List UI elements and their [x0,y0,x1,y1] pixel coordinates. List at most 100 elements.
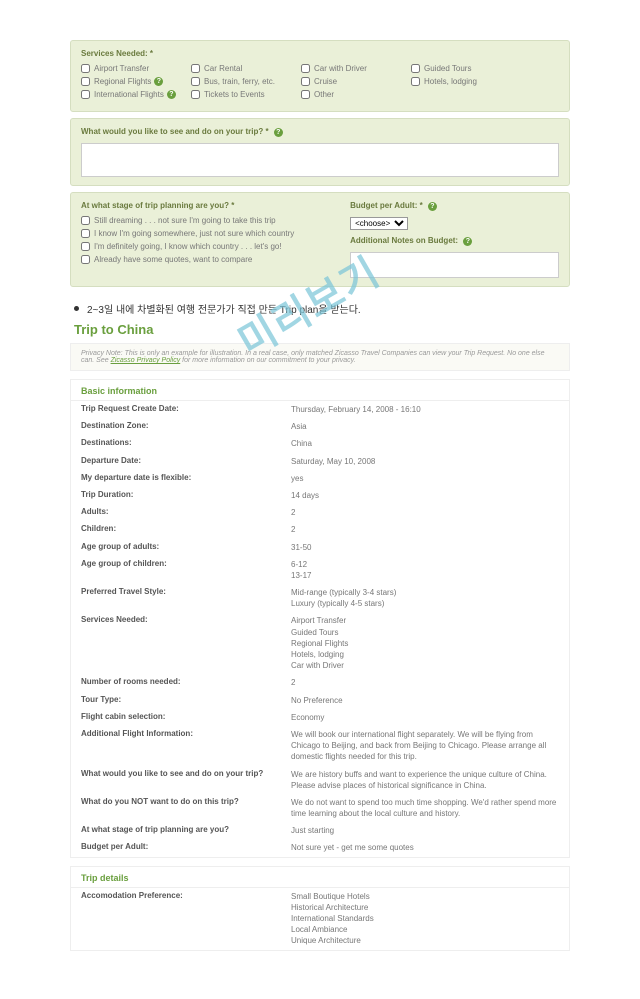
stage-budget-panel: At what stage of trip planning are you? … [70,192,570,287]
budget-select[interactable]: <choose> [350,217,408,230]
kv-value: We will book our international flight se… [291,729,559,763]
kv-value: Economy [291,712,559,723]
kv-key: What would you like to see and do on you… [81,769,291,791]
service-regional-flights[interactable]: Regional Flights? [81,77,191,86]
stage-option-definitely[interactable]: I'm definitely going, I know which count… [81,242,342,251]
kv-value: Thursday, February 14, 2008 - 16:10 [291,404,559,415]
kv-value: Asia [291,421,559,432]
service-car-with-driver[interactable]: Car with Driver [301,64,411,73]
checkbox[interactable] [301,64,310,73]
kv-value: Just starting [291,825,559,836]
info-icon[interactable]: ? [167,90,176,99]
stage-option-dreaming[interactable]: Still dreaming . . . not sure I'm going … [81,216,342,225]
kv-key: Departure Date: [81,456,291,467]
stage-option-quotes[interactable]: Already have some quotes, want to compar… [81,255,342,264]
kv-value: Airport TransferGuided ToursRegional Fli… [291,615,559,671]
kv-row: Age group of children:6-1213-17 [71,556,569,584]
checkbox[interactable] [191,90,200,99]
kv-row: At what stage of trip planning are you?J… [71,822,569,839]
kv-row: Additional Flight Information:We will bo… [71,726,569,766]
kv-value: 14 days [291,490,559,501]
kv-row: Tour Type:No Preference [71,692,569,709]
kv-row: Preferred Travel Style:Mid-range (typica… [71,584,569,612]
kv-key: Preferred Travel Style: [81,587,291,609]
checkbox[interactable] [191,77,200,86]
checkbox[interactable] [81,229,90,238]
kv-row: Destinations:China [71,435,569,452]
kv-row: Trip Request Create Date:Thursday, Febru… [71,401,569,418]
trip-details-head: Trip details [71,867,569,888]
budget-notes-label: Additional Notes on Budget: ? [350,236,559,246]
checkbox[interactable] [191,64,200,73]
services-panel: Services Needed: * Airport Transfer Car … [70,40,570,112]
kv-key: Trip Request Create Date: [81,404,291,415]
kv-row: Number of rooms needed:2 [71,674,569,691]
checkbox[interactable] [81,216,90,225]
service-airport-transfer[interactable]: Airport Transfer [81,64,191,73]
basic-info-section: Basic information Trip Request Create Da… [70,379,570,858]
info-icon[interactable]: ? [463,237,472,246]
kv-value: China [291,438,559,449]
budget-notes-textarea[interactable] [353,255,556,273]
bullet-text: 2~3일 내에 차별화된 여행 전문가가 직접 만든 Trip plan을 받는… [70,301,570,316]
see-do-label: What would you like to see and do on you… [81,127,559,137]
kv-key: Adults: [81,507,291,518]
info-icon[interactable]: ? [428,202,437,211]
checkbox[interactable] [81,242,90,251]
checkbox[interactable] [301,90,310,99]
kv-value: 31-50 [291,542,559,553]
kv-key: Tour Type: [81,695,291,706]
service-hotels[interactable]: Hotels, lodging [411,77,521,86]
kv-key: Budget per Adult: [81,842,291,853]
see-do-textarea[interactable] [84,146,556,172]
kv-row: Trip Duration:14 days [71,487,569,504]
bullet-icon [74,306,79,311]
privacy-notice: Privacy Note: This is only an example fo… [70,343,570,371]
page-title: Trip to China [74,322,570,337]
kv-row: Flight cabin selection:Economy [71,709,569,726]
kv-key: Age group of adults: [81,542,291,553]
checkbox[interactable] [81,90,90,99]
checkbox[interactable] [81,77,90,86]
see-do-panel: What would you like to see and do on you… [70,118,570,186]
service-cruise[interactable]: Cruise [301,77,411,86]
service-bus-train[interactable]: Bus, train, ferry, etc. [191,77,301,86]
service-car-rental[interactable]: Car Rental [191,64,301,73]
kv-row: What do you NOT want to do on this trip?… [71,794,569,822]
kv-key: My departure date is flexible: [81,473,291,484]
service-guided-tours[interactable]: Guided Tours [411,64,521,73]
service-intl-flights[interactable]: International Flights? [81,90,191,99]
checkbox[interactable] [81,64,90,73]
service-other[interactable]: Other [301,90,411,99]
kv-value: Not sure yet - get me some quotes [291,842,559,853]
checkbox[interactable] [411,77,420,86]
trip-details-section: Trip details Accomodation Preference:Sma… [70,866,570,951]
kv-key: Age group of children: [81,559,291,581]
kv-value: No Preference [291,695,559,706]
kv-value: 2 [291,677,559,688]
kv-value: 6-1213-17 [291,559,559,581]
checkbox[interactable] [81,255,90,264]
checkbox[interactable] [301,77,310,86]
kv-key: Services Needed: [81,615,291,671]
kv-row: Budget per Adult:Not sure yet - get me s… [71,839,569,856]
kv-row: Services Needed:Airport TransferGuided T… [71,612,569,674]
kv-key: Trip Duration: [81,490,291,501]
basic-info-head: Basic information [71,380,569,401]
kv-row: Destination Zone:Asia [71,418,569,435]
kv-row: What would you like to see and do on you… [71,766,569,794]
checkbox[interactable] [411,64,420,73]
kv-key: At what stage of trip planning are you? [81,825,291,836]
service-tickets[interactable]: Tickets to Events [191,90,301,99]
kv-row: Adults:2 [71,504,569,521]
stage-label: At what stage of trip planning are you? … [81,201,342,210]
info-icon[interactable]: ? [274,128,283,137]
kv-key: Number of rooms needed: [81,677,291,688]
stage-option-somewhere[interactable]: I know I'm going somewhere, just not sur… [81,229,342,238]
kv-value: 2 [291,524,559,535]
privacy-link[interactable]: Zicasso Privacy Policy [111,357,181,364]
info-icon[interactable]: ? [154,77,163,86]
services-label: Services Needed: * [81,49,559,58]
kv-value: We are history buffs and want to experie… [291,769,559,791]
kv-key: What do you NOT want to do on this trip? [81,797,291,819]
